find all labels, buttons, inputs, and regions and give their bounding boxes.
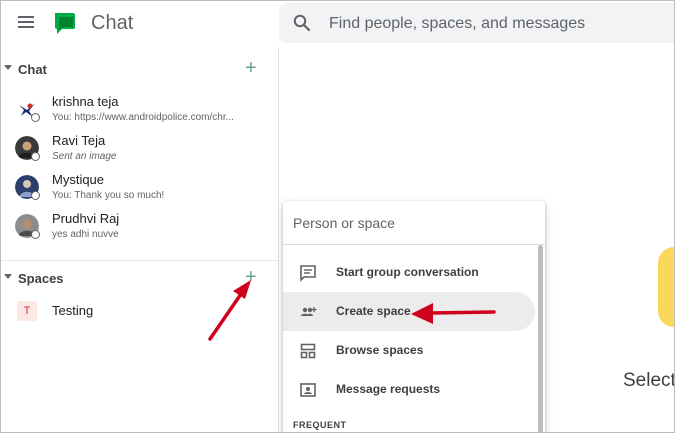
space-name: Testing — [52, 303, 94, 318]
spaces-section-header[interactable]: Spaces + — [1, 265, 278, 291]
person-or-space-field[interactable] — [283, 201, 545, 245]
dm-item-prudhvi-raj[interactable]: Prudhvi Raj yes adhi nuvve — [1, 208, 278, 246]
dm-item-mystique[interactable]: Mystique You: Thank you so much! — [1, 169, 278, 207]
contact-card-icon — [300, 383, 316, 397]
group-add-icon — [301, 307, 317, 316]
dm-item-ravi-teja[interactable]: Ravi Teja Sent an image — [1, 130, 278, 168]
create-space-item[interactable]: Create space — [283, 292, 535, 331]
new-chat-plus-icon[interactable]: + — [245, 58, 257, 78]
search-input[interactable] — [329, 13, 669, 35]
new-space-plus-icon[interactable]: + — [245, 267, 257, 287]
presence-status-icon — [31, 152, 40, 161]
dm-preview: Sent an image — [52, 151, 117, 162]
dm-name: Ravi Teja — [52, 133, 106, 148]
collapse-caret-icon[interactable] — [4, 274, 12, 279]
menu-item-label: Browse spaces — [336, 343, 424, 357]
menu-item-label: Start group conversation — [336, 265, 479, 279]
person-or-space-input[interactable] — [293, 213, 523, 233]
popup-scrollbar-thumb[interactable] — [538, 245, 543, 432]
chat-section-label: Chat — [18, 62, 47, 77]
popup-scrollbar[interactable] — [538, 245, 543, 432]
space-item-testing[interactable]: T Testing — [1, 298, 278, 326]
app-title: Chat — [91, 12, 134, 34]
menu-item-label: Message requests — [336, 382, 441, 396]
search-icon[interactable] — [293, 14, 311, 32]
presence-status-icon — [31, 230, 40, 239]
sidebar: Chat + krishna teja You: https://www.and… — [1, 47, 279, 432]
section-divider — [1, 260, 278, 261]
top-bar: Chat — [1, 1, 674, 47]
presence-status-icon — [31, 113, 40, 122]
space-initial-badge: T — [17, 301, 37, 321]
spaces-section-label: Spaces — [18, 271, 64, 286]
search-bar[interactable] — [279, 3, 674, 43]
message-icon — [300, 265, 316, 282]
dm-name: Mystique — [52, 172, 105, 187]
dm-name: krishna teja — [52, 94, 119, 109]
dm-preview: You: Thank you so much! — [52, 190, 165, 201]
browse-spaces-item[interactable]: Browse spaces — [283, 331, 535, 370]
illustration-fragment — [658, 247, 674, 327]
menu-item-label: Create space — [336, 304, 411, 318]
chat-logo-icon — [55, 13, 75, 34]
dm-item-krishna-teja[interactable]: krishna teja You: https://www.androidpol… — [1, 91, 278, 129]
app-window: Chat Chat + krishna teja You: https://ww… — [0, 0, 675, 433]
browse-spaces-icon — [300, 343, 316, 359]
main-menu-icon[interactable] — [16, 14, 38, 32]
dm-name: Prudhvi Raj — [52, 211, 120, 226]
dm-preview: You: https://www.androidpolice.com/chr..… — [52, 112, 234, 123]
chat-section-header[interactable]: Chat + — [1, 56, 278, 82]
dm-preview: yes adhi nuvve — [52, 229, 119, 240]
presence-status-icon — [31, 191, 40, 200]
new-chat-popup: Start group conversation Create space Br… — [283, 201, 545, 432]
main-prompt-text: Select — [623, 370, 675, 391]
message-requests-item[interactable]: Message requests — [283, 370, 535, 409]
start-group-conversation-item[interactable]: Start group conversation — [283, 253, 535, 292]
collapse-caret-icon[interactable] — [4, 65, 12, 70]
frequent-section-label: FREQUENT — [293, 420, 347, 430]
